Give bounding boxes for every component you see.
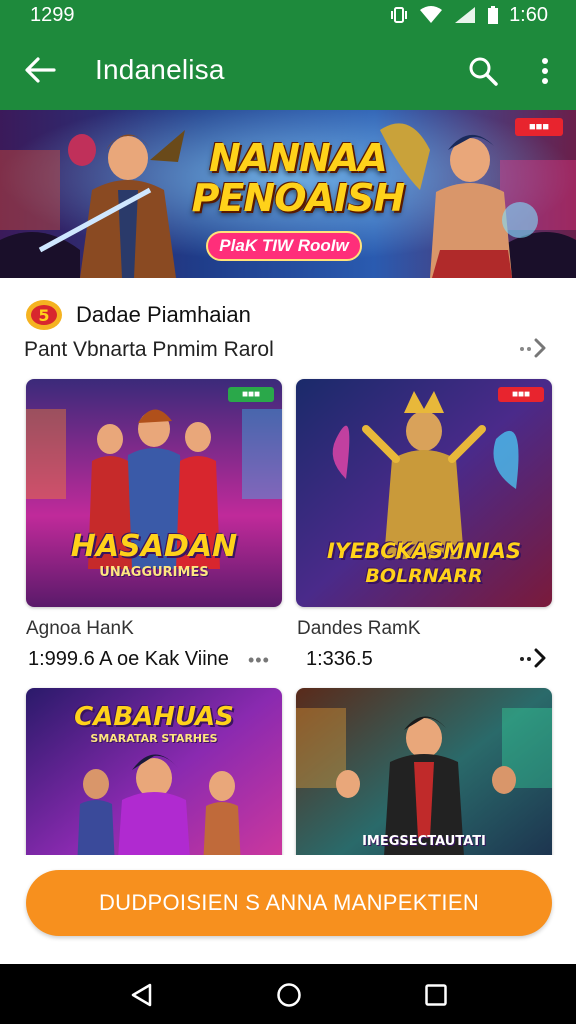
card-badge: ■■■ (228, 387, 274, 402)
card-art-subtitle: UNAGGURIMES (99, 565, 209, 580)
nav-home-icon[interactable] (276, 982, 302, 1008)
nav-back-icon[interactable] (128, 982, 154, 1008)
card-price: 1:336.5 (306, 648, 373, 670)
card-art-subtitle: IMEGSECTAUTATI (362, 834, 486, 849)
hero-banner[interactable]: NANNAA PENOAISH PlaK TIW RooIw ■■■ (0, 110, 576, 278)
hero-title-line1: NANNAA (209, 136, 388, 180)
search-icon[interactable] (466, 54, 500, 88)
back-arrow-icon[interactable] (22, 54, 58, 86)
hero-play-button[interactable]: PlaK TIW RooIw (206, 231, 362, 261)
card-art-subtitle: BOLRNARR (365, 565, 483, 587)
hero-title: NANNAA PENOAISH (188, 138, 408, 218)
primary-cta-button[interactable]: DUDPOISIEN S ANNA MANPEKTIEN (26, 870, 552, 936)
card-art-subtitle: SMARATAR STARHES (90, 732, 218, 745)
game-logo-icon: 5 (26, 300, 62, 330)
chevron-right-icon[interactable] (518, 646, 550, 668)
chevron-right-icon[interactable] (518, 336, 550, 358)
vibrate-icon (391, 7, 408, 23)
card-more-dots[interactable]: ••• (248, 650, 270, 671)
card-name: Dandes RamK (297, 618, 421, 639)
battery-icon (488, 6, 499, 24)
card-art-title: CABAHUAS (74, 702, 234, 732)
hero-badge: ■■■ (515, 118, 563, 136)
section-title: Dadae Piamhaian (76, 302, 251, 327)
card-badge: ■■■ (498, 387, 544, 402)
app-bar: Indanelisa (0, 30, 576, 110)
wifi-icon (420, 6, 443, 23)
nav-recents-icon[interactable] (423, 982, 449, 1008)
section-subtitle: Pant Vbnarta Pnmim Rarol (24, 338, 274, 361)
card-art-title: IYEBCKASMNIAS (326, 539, 522, 563)
svg-text:5: 5 (38, 306, 49, 325)
status-time-right: 1:60 (509, 3, 548, 26)
game-card[interactable]: ■■■ HASADAN UNAGGURIMES (26, 379, 282, 607)
card-name: Agnoa HanK (26, 618, 134, 639)
system-nav-bar (0, 964, 576, 1024)
game-card[interactable]: ■■■ IYEBCKASMNIAS BOLRNARR (296, 379, 552, 607)
app-title: Indanelisa (95, 54, 225, 85)
card-art-title: HASADAN (70, 529, 238, 564)
signal-icon (455, 7, 476, 23)
status-time-left: 1299 (30, 3, 75, 26)
section-header: 5 Dadae Piamhaian (24, 298, 251, 332)
more-vert-icon[interactable] (530, 54, 560, 88)
card-price: 1:999.6 A oe Kak Viine (28, 648, 229, 670)
hero-title-line2: PENOAISH (191, 176, 406, 220)
status-icons: 1:60 (389, 4, 548, 27)
status-bar: 1299 1:60 (0, 0, 576, 30)
